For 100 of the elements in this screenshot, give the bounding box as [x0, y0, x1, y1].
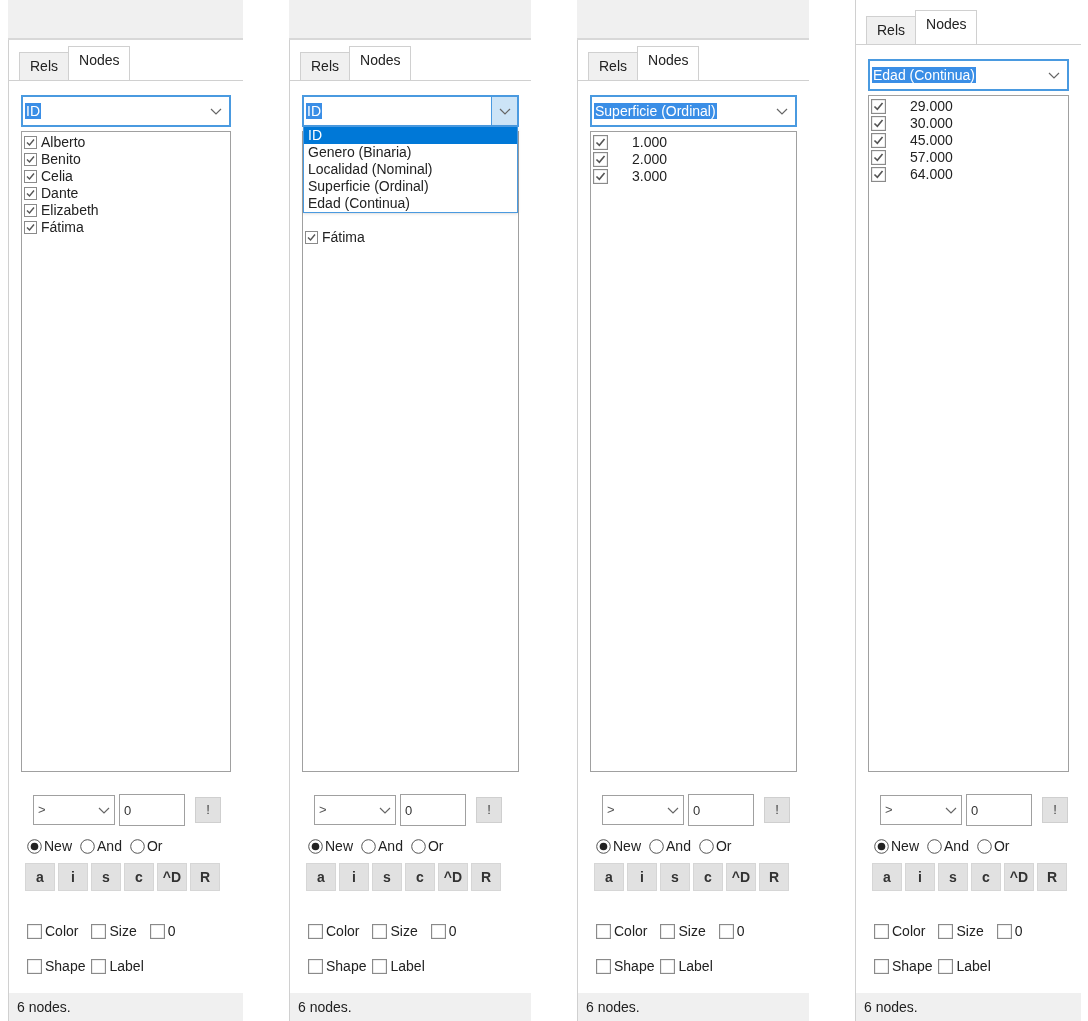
selected-radio[interactable]: [27, 839, 42, 854]
checkbox[interactable]: [718, 924, 734, 939]
checkbox[interactable]: [27, 924, 42, 939]
radio-button[interactable]: [80, 839, 95, 854]
checked-checkbox[interactable]: [871, 116, 886, 131]
tool-button[interactable]: R: [471, 863, 501, 891]
dropdown-option[interactable]: Genero (Binaria): [304, 144, 517, 161]
radio-button[interactable]: [410, 839, 426, 854]
checkbox[interactable]: [660, 959, 676, 974]
radio-button[interactable]: [649, 839, 664, 854]
checkbox[interactable]: [372, 924, 388, 939]
checked-checkbox[interactable]: [24, 204, 37, 217]
tool-button[interactable]: ^D: [726, 863, 756, 891]
tool-button[interactable]: R: [190, 863, 220, 891]
checkbox[interactable]: [91, 959, 107, 974]
threshold-field[interactable]: 0: [966, 794, 1032, 826]
tool-button[interactable]: c: [971, 863, 1001, 891]
radio-button[interactable]: [698, 839, 714, 854]
apply-button[interactable]: !: [195, 797, 221, 823]
radio-label: New: [891, 837, 919, 856]
tool-button[interactable]: c: [124, 863, 154, 891]
operator-dropdown[interactable]: >: [33, 795, 115, 825]
tool-button[interactable]: c: [693, 863, 723, 891]
selected-radio[interactable]: [874, 839, 889, 854]
checkbox[interactable]: [149, 924, 165, 939]
threshold-field[interactable]: 0: [119, 794, 185, 826]
checked-checkbox[interactable]: [871, 99, 886, 114]
operator-dropdown[interactable]: >: [880, 795, 962, 825]
operator-dropdown[interactable]: >: [602, 795, 684, 825]
checked-checkbox[interactable]: [593, 169, 608, 184]
operator-dropdown[interactable]: >: [314, 795, 396, 825]
tool-button[interactable]: ^D: [1004, 863, 1034, 891]
tool-button[interactable]: c: [405, 863, 435, 891]
tab[interactable]: Nodes: [637, 46, 700, 80]
checkbox[interactable]: [372, 959, 388, 974]
checkbox[interactable]: [430, 924, 446, 939]
tool-button[interactable]: i: [627, 863, 657, 891]
list-item-label: Fátima: [322, 228, 365, 247]
dropdown-option[interactable]: Edad (Continua): [304, 195, 517, 212]
checkbox[interactable]: [308, 924, 323, 939]
checked-checkbox[interactable]: [24, 221, 37, 234]
checkbox[interactable]: [938, 924, 954, 939]
apply-button[interactable]: !: [476, 797, 502, 823]
checkbox[interactable]: [91, 924, 107, 939]
checked-checkbox[interactable]: [305, 231, 318, 244]
radio-button[interactable]: [976, 839, 992, 854]
checked-checkbox[interactable]: [871, 150, 886, 165]
threshold-field[interactable]: 0: [400, 794, 466, 826]
tab[interactable]: Rels: [588, 52, 638, 80]
tab[interactable]: Nodes: [349, 46, 412, 80]
tool-button[interactable]: a: [872, 863, 902, 891]
apply-button[interactable]: !: [1042, 797, 1068, 823]
dropdown-option[interactable]: Localidad (Nominal): [304, 161, 517, 178]
apply-button[interactable]: !: [764, 797, 790, 823]
checkbox[interactable]: [308, 959, 323, 974]
checked-checkbox[interactable]: [24, 153, 37, 166]
selected-radio[interactable]: [596, 839, 611, 854]
tool-button[interactable]: s: [91, 863, 121, 891]
radio-button[interactable]: [927, 839, 942, 854]
radio-button[interactable]: [129, 839, 145, 854]
tool-button[interactable]: i: [339, 863, 369, 891]
checked-checkbox[interactable]: [871, 167, 886, 182]
tab[interactable]: Rels: [19, 52, 69, 80]
tool-button[interactable]: s: [372, 863, 402, 891]
tool-button[interactable]: R: [1037, 863, 1067, 891]
checkbox[interactable]: [596, 959, 611, 974]
tool-button[interactable]: R: [759, 863, 789, 891]
tool-button[interactable]: a: [306, 863, 336, 891]
tool-button[interactable]: i: [905, 863, 935, 891]
radio-button[interactable]: [361, 839, 376, 854]
tab[interactable]: Nodes: [915, 10, 978, 44]
tool-button[interactable]: s: [660, 863, 690, 891]
checkbox[interactable]: [996, 924, 1012, 939]
tool-button[interactable]: i: [58, 863, 88, 891]
checkbox[interactable]: [660, 924, 676, 939]
tab[interactable]: Nodes: [68, 46, 131, 80]
checked-checkbox[interactable]: [871, 133, 886, 148]
list-item-label: 3.000: [632, 167, 668, 186]
tool-button[interactable]: a: [25, 863, 55, 891]
tool-button[interactable]: ^D: [157, 863, 187, 891]
checkbox[interactable]: [874, 924, 889, 939]
tool-button[interactable]: s: [938, 863, 968, 891]
checked-checkbox[interactable]: [593, 135, 608, 150]
checked-checkbox[interactable]: [24, 136, 37, 149]
dropdown-option[interactable]: Superficie (Ordinal): [304, 178, 517, 195]
threshold-field[interactable]: 0: [688, 794, 754, 826]
tool-button[interactable]: a: [594, 863, 624, 891]
tab[interactable]: Rels: [300, 52, 350, 80]
tab[interactable]: Rels: [866, 16, 916, 44]
checkbox[interactable]: [596, 924, 611, 939]
checked-checkbox[interactable]: [24, 170, 37, 183]
dropdown-option[interactable]: ID: [304, 127, 517, 144]
checked-checkbox[interactable]: [24, 187, 37, 200]
tool-button[interactable]: ^D: [438, 863, 468, 891]
dropdown-value: ID: [25, 101, 42, 121]
checkbox[interactable]: [874, 959, 889, 974]
checked-checkbox[interactable]: [593, 152, 608, 167]
checkbox[interactable]: [27, 959, 42, 974]
checkbox[interactable]: [938, 959, 954, 974]
selected-radio[interactable]: [308, 839, 323, 854]
